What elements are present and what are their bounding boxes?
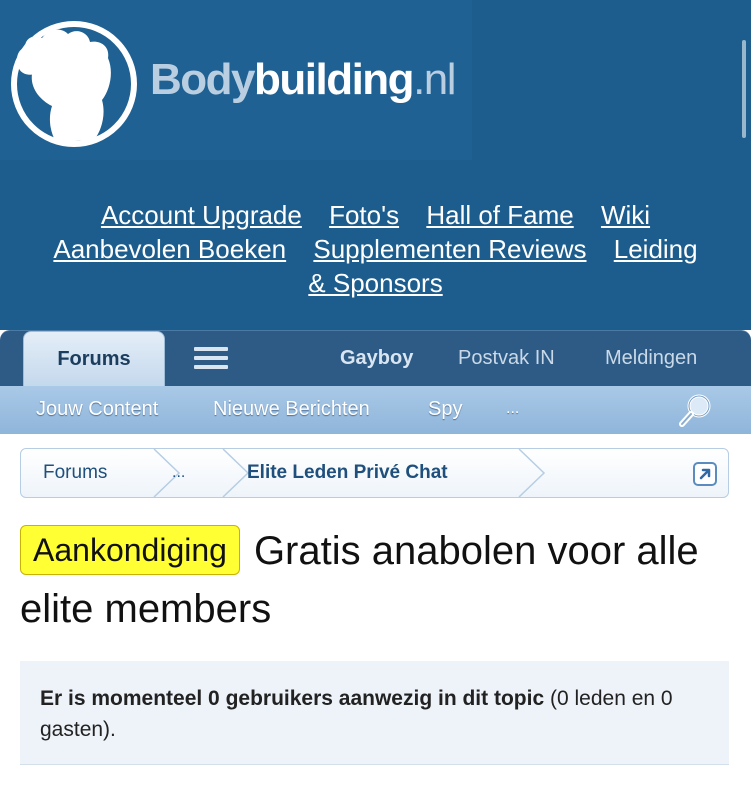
breadcrumb: Forums ... Elite Leden Privé Chat — [20, 448, 729, 498]
logo[interactable]: Bodybuilding.nl — [0, 0, 472, 160]
search-icon[interactable] — [678, 392, 714, 428]
link-wiki[interactable]: Wiki — [601, 200, 650, 230]
header-links: Account Upgrade Foto's Hall of Fame Wiki… — [0, 198, 751, 300]
scrollbar[interactable] — [742, 40, 746, 138]
link-aanbevolen-boeken[interactable]: Aanbevolen Boeken — [53, 234, 286, 264]
bodybuilder-logo-icon — [11, 21, 137, 147]
subnav-spy[interactable]: Spy — [428, 386, 462, 434]
nav-alerts[interactable]: Meldingen — [605, 331, 697, 387]
page-title: Aankondiging Gratis anabolen voor alle el… — [20, 522, 740, 638]
link-leiding[interactable]: Leiding — [614, 234, 698, 264]
users-online-summary: Er is momenteel 0 gebruikers aanwezig in… — [40, 687, 545, 710]
link-hall-of-fame[interactable]: Hall of Fame — [426, 200, 573, 230]
subnav-more[interactable]: ... — [506, 386, 519, 434]
external-link-icon[interactable] — [692, 461, 718, 487]
subnav-nieuwe-berichten[interactable]: Nieuwe Berichten — [213, 386, 370, 434]
main-navigation: Forums Gayboy Postvak IN Meldingen — [0, 330, 751, 387]
users-online-box: Er is momenteel 0 gebruikers aanwezig in… — [20, 661, 729, 765]
breadcrumb-forums[interactable]: Forums — [43, 449, 107, 497]
link-fotos[interactable]: Foto's — [329, 200, 399, 230]
breadcrumb-more[interactable]: ... — [172, 449, 185, 497]
tab-forums[interactable]: Forums — [23, 331, 165, 387]
sub-navigation: Jouw Content Nieuwe Berichten Spy ... — [0, 386, 751, 434]
link-supplementen-reviews[interactable]: Supplementen Reviews — [313, 234, 586, 264]
nav-inbox[interactable]: Postvak IN — [458, 331, 555, 387]
link-account-upgrade[interactable]: Account Upgrade — [101, 200, 302, 230]
breadcrumb-elite-leden-prive-chat[interactable]: Elite Leden Privé Chat — [247, 449, 448, 497]
thread-prefix-badge[interactable]: Aankondiging — [20, 525, 240, 575]
logo-wordmark: Bodybuilding.nl — [150, 55, 457, 104]
nav-user-account[interactable]: Gayboy — [340, 331, 413, 387]
link-sponsors[interactable]: & Sponsors — [308, 268, 442, 298]
site-header: Bodybuilding.nl Account Upgrade Foto's H… — [0, 0, 751, 330]
hamburger-menu-icon[interactable] — [194, 347, 228, 371]
subnav-jouw-content[interactable]: Jouw Content — [36, 386, 158, 434]
